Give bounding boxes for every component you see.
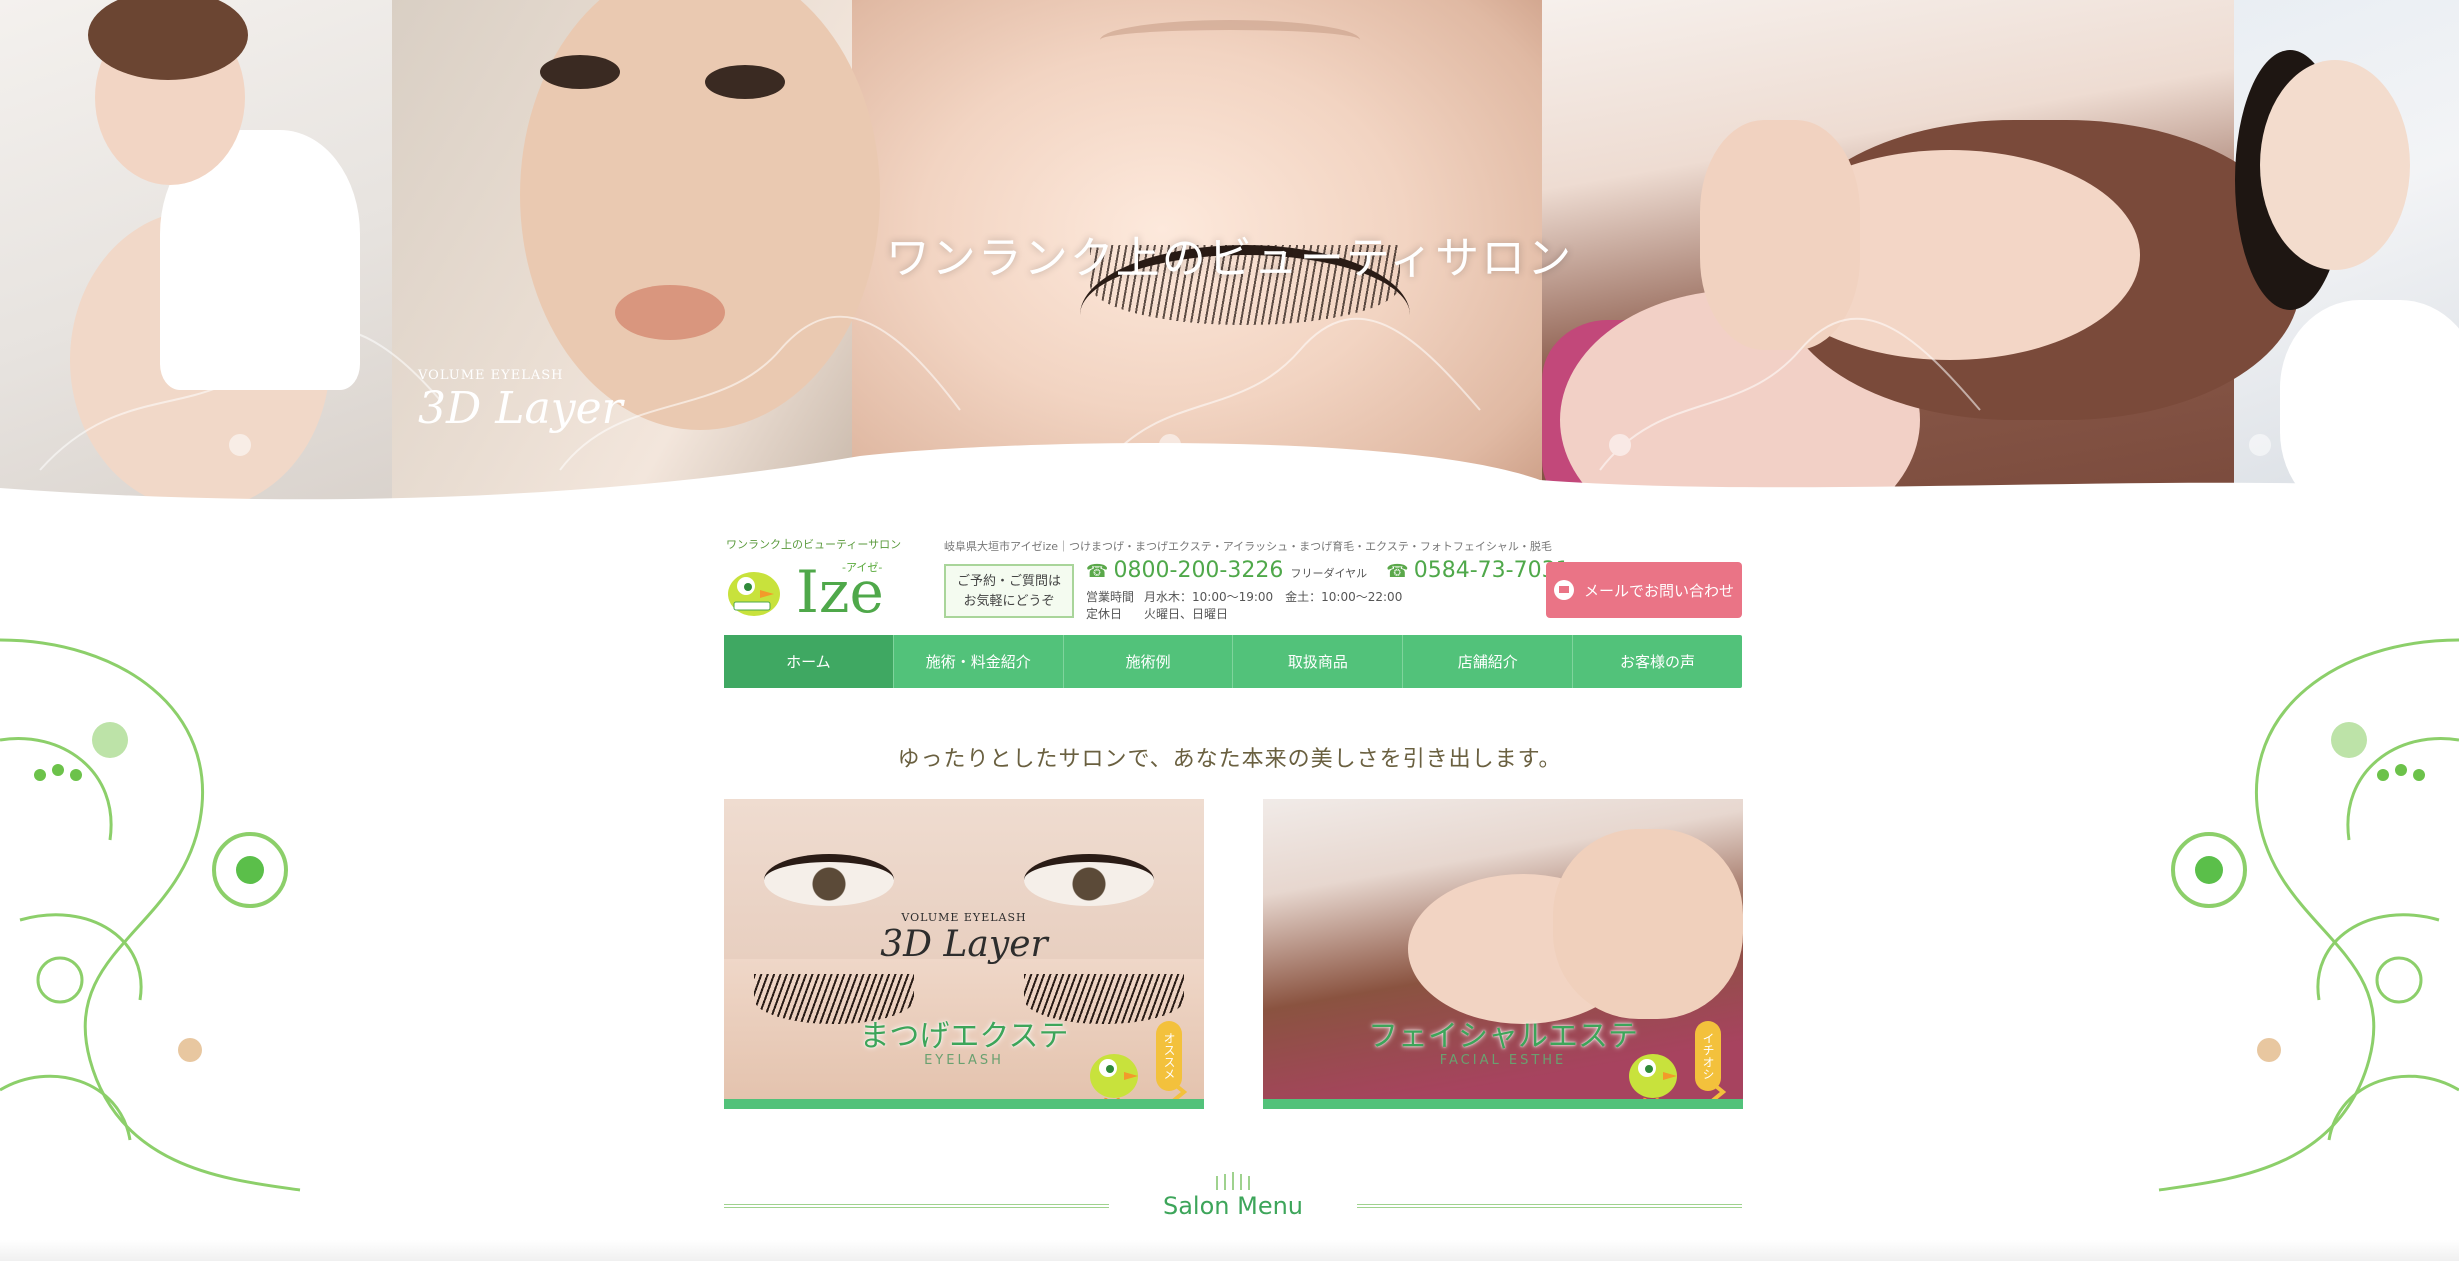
mail-contact-button[interactable]: メールでお問い合わせ (1546, 562, 1742, 618)
logo-wordmark: Ize (796, 558, 884, 626)
site-header: ワンランク上のビューティーサロン -アイゼ- Ize 岐阜県大垣市アイゼize｜… (724, 532, 1742, 627)
logo-tagline: ワンランク上のビューティーサロン (726, 538, 902, 551)
mail-icon (1553, 580, 1574, 600)
phone-freedial-note: フリーダイヤル (1290, 567, 1368, 580)
nav-item-examples[interactable]: 施術例 (1064, 635, 1234, 688)
hours-label: 営業時間 (1086, 590, 1135, 604)
facial-card-therapist-hand (1553, 829, 1743, 1019)
hero-eye-left (540, 55, 620, 89)
salon-menu-heading: Salon Menu (724, 1170, 1742, 1230)
hero-bride-dress (2280, 300, 2459, 510)
hero-title: ワンランク上のビューティサロン (885, 233, 1574, 284)
phone-icon: ☎ (1086, 561, 1109, 582)
leaf-ornament-icon (1216, 1172, 1250, 1190)
hero-brand-big: 3D Layer (418, 383, 623, 434)
eyelash-card-eye-right (1024, 854, 1154, 906)
inquiry-note: ご予約・ご質問は お気軽にどうぞ (944, 564, 1074, 618)
phone-local[interactable]: ☎ 0584-73-7031 (1386, 558, 1569, 583)
eyelash-card-brand: VOLUME EYELASH 3D Layer (724, 911, 1204, 965)
header-description: 岐阜県大垣市アイゼize｜つけまつげ・まつげエクステ・アイラッシュ・まつげ育毛・… (944, 540, 1552, 553)
nav-item-testimonials[interactable]: お客様の声 (1573, 635, 1742, 688)
hero-brand-label: VOLUME EYELASH 3D Layer (418, 368, 623, 434)
phone-numbers: ☎ 0800-200-3226 フリーダイヤル ☎ 0584-73-7031 (1086, 558, 1584, 583)
hero-eyebrow (1100, 20, 1360, 60)
nav-item-shop-info[interactable]: 店舗紹介 (1403, 635, 1574, 688)
salon-menu-title: Salon Menu (1162, 1192, 1304, 1220)
phone-icon: ☎ (1386, 561, 1409, 582)
eyelash-card-eye-left (764, 854, 894, 906)
phone-freedial[interactable]: ☎ 0800-200-3226 フリーダイヤル (1086, 558, 1367, 583)
bird-mascot-icon (728, 572, 780, 616)
closed-label: 定休日 (1086, 607, 1123, 621)
facial-card-bar (1263, 1099, 1743, 1109)
mail-contact-label: メールでお問い合わせ (1583, 581, 1734, 600)
nav-item-products[interactable]: 取扱商品 (1233, 635, 1404, 688)
nav-item-home[interactable]: ホーム (724, 635, 894, 688)
hero-brand-small: VOLUME EYELASH (418, 368, 564, 383)
phone-freedial-number: 0800-200-3226 (1113, 558, 1284, 583)
global-nav: ホーム 施術・料金紹介 施術例 取扱商品 店舗紹介 お客様の声 (724, 635, 1742, 688)
hero-lips (615, 285, 725, 340)
nav-item-menu-prices[interactable]: 施術・料金紹介 (894, 635, 1064, 688)
hours-value: 月水木：10:00〜19:00 金土：10:00〜22:00 (1144, 590, 1403, 604)
intro-tagline: ゆったりとしたサロンで、あなた本来の美しさを引き出します。 (897, 747, 1562, 772)
closed-value: 火曜日、日曜日 (1144, 607, 1229, 621)
section-divider-shadow (0, 1240, 2459, 1261)
business-hours: 営業時間 月水木：10:00〜19:00 金土：10:00〜22:00 定休日 火曜… (1086, 589, 1402, 623)
floral-decoration-left (0, 638, 301, 1192)
facial-card[interactable]: フェイシャルエステ FACIAL ESTHE イチオシ (1263, 799, 1743, 1109)
eyelash-card-brand-small: VOLUME EYELASH (901, 911, 1027, 924)
inquiry-line-2: お気軽にどうぞ (963, 594, 1055, 609)
hero-slideshow: VOLUME EYELASH 3D Layer ワンランク上のビューティサロン (0, 0, 2459, 510)
eyelash-card-brand-big: 3D Layer (880, 924, 1048, 965)
eyelash-card[interactable]: VOLUME EYELASH 3D Layer まつげエクステ EYELASH … (724, 799, 1204, 1109)
site-logo[interactable]: ワンランク上のビューティーサロン -アイゼ- Ize (724, 532, 901, 627)
eyelash-card-bar (724, 1099, 1204, 1109)
hero-eye-right (705, 65, 785, 99)
floral-decoration-right (2158, 638, 2459, 1192)
inquiry-line-1: ご予約・ご質問は (956, 574, 1061, 589)
